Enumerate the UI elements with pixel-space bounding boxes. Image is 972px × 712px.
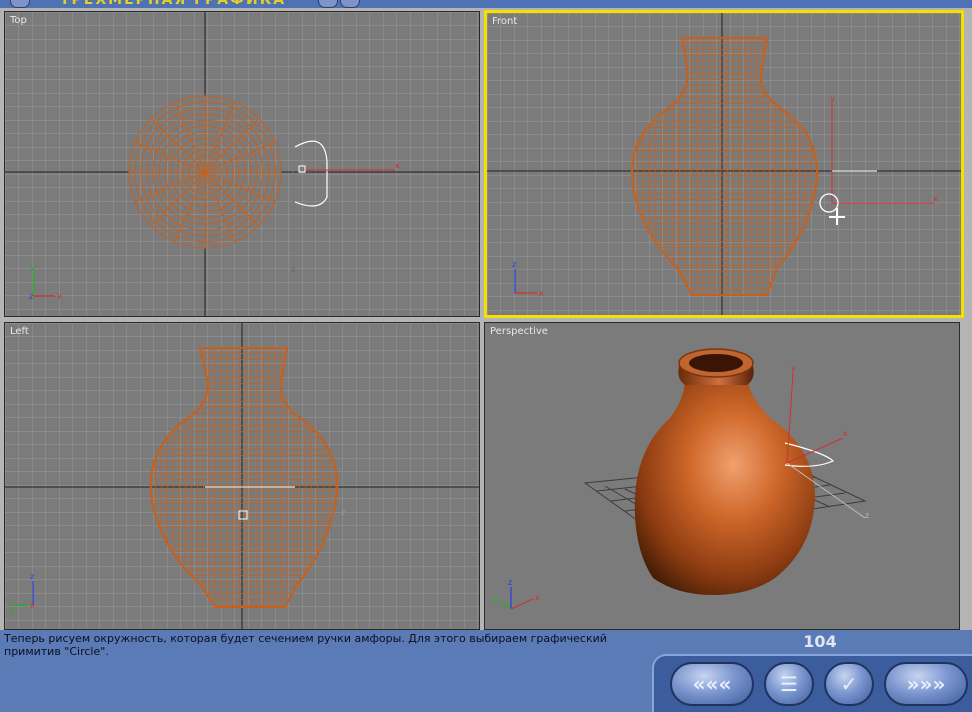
left-view-canvas[interactable]: z z y x [5,323,479,629]
forward-button[interactable]: »»» [884,662,968,706]
gizmo-x-label: x [395,161,400,170]
page-number: 104 [803,632,837,651]
gizmo-x-label: x [933,194,938,203]
vase-opening [689,354,743,372]
axis-x-label: x [57,292,62,301]
axis-x-label: x [535,593,540,602]
axis-z-label: z [30,572,34,581]
viewport-area: x z x y z Top y x x z Front z z y x Left… [0,8,972,630]
check-button[interactable]: ✓ [824,662,874,706]
viewport-front[interactable]: y x x z Front [484,10,964,318]
axis-y-label: y [30,263,35,272]
gizmo-y-label: y [830,94,835,103]
gizmo-y-label: y [791,364,796,373]
navigation-panel: ««« ☰ ✓ »»» [652,654,972,712]
gizmo-x-label: x [843,429,848,438]
viewport-front-label[interactable]: Front [492,16,517,27]
vase-top-wireframe[interactable] [128,95,282,249]
perspective-view-canvas[interactable]: y x z x z y [485,323,959,629]
axis-z-label: z [29,292,33,301]
viewport-perspective-label[interactable]: Perspective [490,326,548,337]
contents-button[interactable]: ☰ [764,662,814,706]
app-title: ТРЁХМЕРНАЯ ГРАФИКА [60,0,287,8]
axis-z-label: z [508,578,512,587]
vase-rendered-body[interactable] [634,378,815,595]
instruction-text: Теперь рисуем окружность, которая будет … [4,632,607,658]
viewport-left[interactable]: z z y x Left [4,322,480,630]
front-view-canvas[interactable]: y x x z [487,13,961,315]
gizmo-z-label: z [341,508,345,517]
gizmo-z-label: z [865,511,869,520]
top-view-canvas[interactable]: x z x y z [5,12,479,316]
instruction-panel: Теперь рисуем окружность, которая будет … [0,630,972,712]
double-chevron-right-icon: »»» [906,672,946,696]
viewport-perspective[interactable]: y x z x z y Perspective [484,322,960,630]
axis-y-label: y [493,595,498,604]
axis-x-label: x [539,289,544,298]
checkmark-icon: ✓ [840,672,858,696]
axis-y-label: y [9,606,14,615]
viewport-top[interactable]: x z x y z Top [4,11,480,317]
help-icon[interactable] [318,0,338,8]
axis-x-label: x [30,601,35,610]
title-bar: ТРЁХМЕРНАЯ ГРАФИКА [0,0,972,8]
axis-z-label: z [512,260,516,269]
gizmo-z-label: z [291,265,295,274]
viewport-left-label[interactable]: Left [10,326,29,337]
back-button[interactable]: ««« [670,662,754,706]
tools-icon[interactable] [340,0,360,8]
window-icon [10,0,30,8]
double-chevron-left-icon: ««« [692,672,732,696]
list-icon: ☰ [780,672,798,696]
viewport-top-label[interactable]: Top [10,15,27,26]
